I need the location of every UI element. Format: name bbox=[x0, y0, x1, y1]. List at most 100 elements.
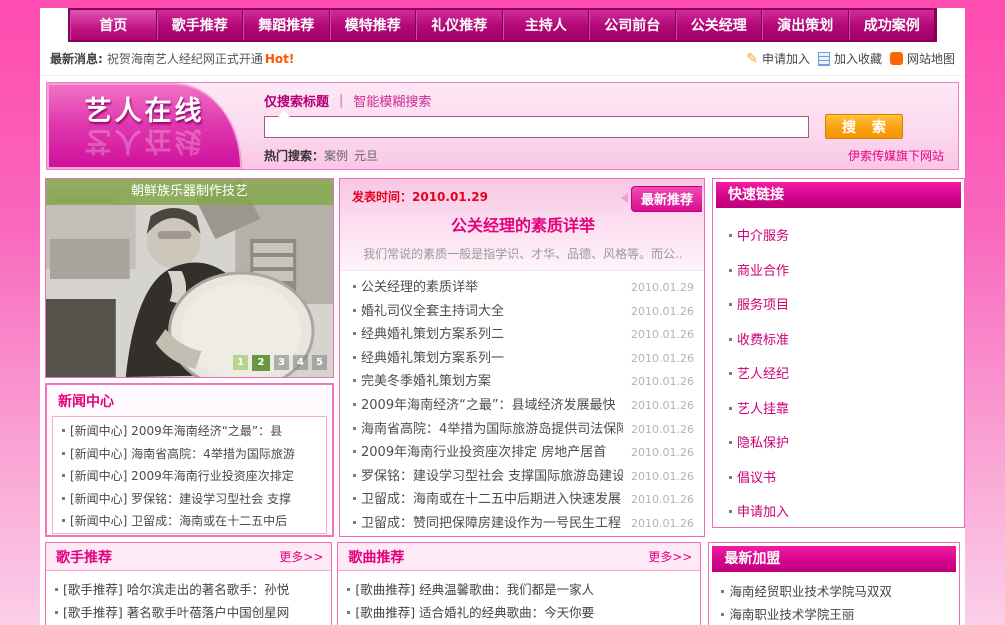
pager-5[interactable]: 5 bbox=[312, 355, 327, 370]
article-row[interactable]: 卫留成：赞同把保障房建设作为一号民生工程 2010.01.26 bbox=[352, 512, 694, 536]
pager-4[interactable]: 4 bbox=[293, 355, 308, 370]
article-row[interactable]: 2009年海南行业投资座次排定 房地产居首 2010.01.26 bbox=[352, 441, 694, 465]
quick-link-proposal[interactable]: 倡议书 bbox=[728, 462, 961, 497]
song-list: [歌曲推荐] 经典温馨歌曲：我们都是一家人 [歌曲推荐] 适合婚礼的经典歌曲：今… bbox=[338, 571, 700, 624]
article-list: 公关经理的素质详举 2010.01.29 婚礼司仪全套主持词大全 2010.01… bbox=[340, 271, 704, 536]
article-title[interactable]: 婚礼司仪全套主持词大全 bbox=[352, 300, 623, 324]
article-title[interactable]: 经典婚礼策划方案系列一 bbox=[352, 347, 623, 371]
sitemap-link[interactable]: 网站地图 bbox=[890, 50, 955, 67]
article-date: 2010.01.26 bbox=[631, 488, 694, 512]
quick-link-privacy[interactable]: 隐私保护 bbox=[728, 427, 961, 462]
news-ticker-text[interactable]: 祝贺海南艺人经纪网正式开通 bbox=[107, 50, 263, 67]
site-logo[interactable]: 艺人在线 艺人在线 bbox=[47, 83, 242, 169]
article-row[interactable]: 卫留成：海南或在十二五中后期进入快速发展 2010.01.26 bbox=[352, 488, 694, 512]
quick-link-business-coop[interactable]: 商业合作 bbox=[728, 255, 961, 290]
tab-search-title-only[interactable]: 仅搜索标题 bbox=[264, 91, 329, 110]
tab-fuzzy-search[interactable]: 智能模糊搜索 bbox=[353, 91, 431, 110]
singer-item[interactable]: [歌手推荐] 哈尔滨走出的著名歌手：孙悦 bbox=[54, 578, 323, 601]
article-row[interactable]: 罗保铭：建设学习型社会 支撑国际旅游岛建设 2010.01.26 bbox=[352, 465, 694, 489]
article-row[interactable]: 婚礼司仪全套主持词大全 2010.01.26 bbox=[352, 300, 694, 324]
article-row[interactable]: 完美冬季婚礼策划方案 2010.01.26 bbox=[352, 370, 694, 394]
news-item[interactable]: [新闻中心] 海南省高院：4举措为国际旅游 bbox=[61, 443, 318, 466]
news-item[interactable]: [新闻中心] 2009年海南经济“之最”：县 bbox=[61, 420, 318, 443]
song-more-link[interactable]: 更多>> bbox=[648, 548, 692, 565]
news-center-title: 新闻中心 bbox=[52, 388, 327, 416]
featured-title[interactable]: 公关经理的素质详举 bbox=[352, 212, 694, 236]
article-title[interactable]: 卫留成：海南或在十二五中后期进入快速发展 bbox=[352, 488, 623, 512]
pager-2-active[interactable]: 2 bbox=[252, 355, 270, 371]
newest-member-item[interactable]: 海南职业技术学院王丽 bbox=[720, 603, 950, 625]
news-center-list: [新闻中心] 2009年海南经济“之最”：县 [新闻中心] 海南省高院：4举措为… bbox=[52, 416, 327, 534]
main-content: 朝鲜族乐器制作技艺 1 2 3 4 5 新闻中心 [新闻中心] 2009年海南经… bbox=[40, 178, 965, 537]
nav-item-hosts[interactable]: 主持人 bbox=[503, 10, 590, 40]
quick-link-apply-join[interactable]: 申请加入 bbox=[728, 496, 961, 531]
quick-link-service-items[interactable]: 服务项目 bbox=[728, 289, 961, 324]
newest-members-box: 最新加盟 海南经贸职业技术学院马双双 海南职业技术学院王丽 bbox=[708, 542, 960, 625]
nav-item-models[interactable]: 模特推荐 bbox=[330, 10, 417, 40]
search-tabs: 仅搜索标题 | 智能模糊搜索 bbox=[264, 90, 944, 110]
news-item[interactable]: [新闻中心] 2009年海南行业投资座次排定 bbox=[61, 465, 318, 488]
song-item[interactable]: [歌曲推荐] 经典温馨歌曲：我们都是一家人 bbox=[346, 578, 692, 601]
news-item[interactable]: [新闻中心] 罗保铭：建设学习型社会 支撑 bbox=[61, 488, 318, 511]
hot-term-newyear[interactable]: 元旦 bbox=[354, 147, 378, 164]
article-title[interactable]: 2009年海南经济“之最”：县域经济发展最快 bbox=[352, 394, 623, 418]
hot-search-row: 热门搜索： 案例 元旦 伊索传媒旗下网站 bbox=[264, 147, 944, 164]
quick-link-artist-affiliate[interactable]: 艺人挂靠 bbox=[728, 393, 961, 428]
search-panel: 艺人在线 艺人在线 仅搜索标题 | 智能模糊搜索 搜 索 热门搜索： 案例 元旦… bbox=[46, 82, 959, 170]
article-title[interactable]: 2009年海南行业投资座次排定 房地产居首 bbox=[352, 441, 623, 465]
singer-list: [歌手推荐] 哈尔滨走出的著名歌手：孙悦 [歌手推荐] 著名歌手叶蓓落户中国创星… bbox=[46, 571, 331, 624]
nav-item-pr-manager[interactable]: 公关经理 bbox=[676, 10, 763, 40]
quick-link-fee-standard[interactable]: 收费标准 bbox=[728, 324, 961, 359]
article-row[interactable]: 经典婚礼策划方案系列一 2010.01.26 bbox=[352, 347, 694, 371]
pager-1[interactable]: 1 bbox=[233, 355, 248, 370]
slideshow-photo bbox=[46, 179, 333, 377]
newest-member-item[interactable]: 海南经贸职业技术学院马双双 bbox=[720, 580, 950, 603]
article-date: 2010.01.26 bbox=[631, 465, 694, 489]
quick-links-title: 快速链接 bbox=[716, 182, 961, 208]
quick-links-box: 快速链接 中介服务 商业合作 服务项目 收费标准 艺人经纪 艺人挂靠 隐私保护 … bbox=[712, 178, 965, 528]
left-column: 朝鲜族乐器制作技艺 1 2 3 4 5 新闻中心 [新闻中心] 2009年海南经… bbox=[45, 178, 334, 537]
singer-more-link[interactable]: 更多>> bbox=[279, 548, 323, 565]
nav-item-home[interactable]: 首页 bbox=[70, 10, 157, 40]
article-title[interactable]: 罗保铭：建设学习型社会 支撑国际旅游岛建设 bbox=[352, 465, 623, 489]
apply-join-link[interactable]: ✎ 申请加入 bbox=[746, 50, 810, 67]
nav-item-dance[interactable]: 舞蹈推荐 bbox=[243, 10, 330, 40]
add-favorite-label: 加入收藏 bbox=[834, 50, 882, 67]
logo-reflection: 艺人在线 bbox=[85, 127, 205, 154]
article-title[interactable]: 完美冬季婚礼策划方案 bbox=[352, 370, 623, 394]
singer-recommend-box: 歌手推荐 更多>> [歌手推荐] 哈尔滨走出的著名歌手：孙悦 [歌手推荐] 著名… bbox=[45, 542, 332, 625]
rss-icon bbox=[890, 52, 903, 65]
article-row[interactable]: 海南省高院：4举措为国际旅游岛提供司法保障 2010.01.26 bbox=[352, 418, 694, 442]
news-item[interactable]: [新闻中心] 卫留成：海南或在十二五中后 bbox=[61, 510, 318, 533]
pager-3[interactable]: 3 bbox=[274, 355, 289, 370]
quick-link-agency-service[interactable]: 中介服务 bbox=[728, 220, 961, 255]
article-row[interactable]: 经典婚礼策划方案系列二 2010.01.26 bbox=[352, 323, 694, 347]
photo-slideshow[interactable]: 朝鲜族乐器制作技艺 1 2 3 4 5 bbox=[45, 178, 334, 378]
featured-header: 发表时间：2010.01.29 最新推荐 公关经理的素质详举 我们常说的素质一般… bbox=[340, 179, 704, 271]
nav-item-success-cases[interactable]: 成功案例 bbox=[849, 10, 936, 40]
song-item[interactable]: [歌曲推荐] 适合婚礼的经典歌曲：今天你要 bbox=[346, 601, 692, 624]
article-row[interactable]: 公关经理的素质详举 2010.01.29 bbox=[352, 276, 694, 300]
nav-item-event-planning[interactable]: 演出策划 bbox=[762, 10, 849, 40]
search-button[interactable]: 搜 索 bbox=[825, 114, 903, 139]
article-title[interactable]: 公关经理的素质详举 bbox=[352, 276, 623, 300]
bottom-row: 歌手推荐 更多>> [歌手推荐] 哈尔滨走出的著名歌手：孙悦 [歌手推荐] 著名… bbox=[40, 542, 965, 625]
article-title[interactable]: 海南省高院：4举措为国际旅游岛提供司法保障 bbox=[352, 418, 623, 442]
article-date: 2010.01.26 bbox=[631, 347, 694, 371]
nav-item-singers[interactable]: 歌手推荐 bbox=[157, 10, 244, 40]
article-title[interactable]: 卫留成：赞同把保障房建设作为一号民生工程 bbox=[352, 512, 623, 536]
nav-item-etiquette[interactable]: 礼仪推荐 bbox=[416, 10, 503, 40]
slideshow-pager: 1 2 3 4 5 bbox=[233, 355, 327, 371]
article-title[interactable]: 经典婚礼策划方案系列二 bbox=[352, 323, 623, 347]
nav-item-front-desk[interactable]: 公司前台 bbox=[589, 10, 676, 40]
article-row[interactable]: 2009年海南经济“之最”：县域经济发展最快 2010.01.26 bbox=[352, 394, 694, 418]
quick-link-artist-agency[interactable]: 艺人经纪 bbox=[728, 358, 961, 393]
search-row: 搜 索 bbox=[264, 114, 944, 139]
singer-item[interactable]: [歌手推荐] 著名歌手叶蓓落户中国创星网 bbox=[54, 601, 323, 624]
hot-term-case[interactable]: 案例 bbox=[324, 147, 348, 164]
latest-recommend-badge[interactable]: 最新推荐 bbox=[631, 186, 702, 212]
article-date: 2010.01.29 bbox=[631, 276, 694, 300]
quick-links-list: 中介服务 商业合作 服务项目 收费标准 艺人经纪 艺人挂靠 隐私保护 倡议书 申… bbox=[716, 208, 961, 531]
search-input[interactable] bbox=[264, 116, 809, 138]
add-favorite-link[interactable]: 加入收藏 bbox=[818, 50, 882, 67]
